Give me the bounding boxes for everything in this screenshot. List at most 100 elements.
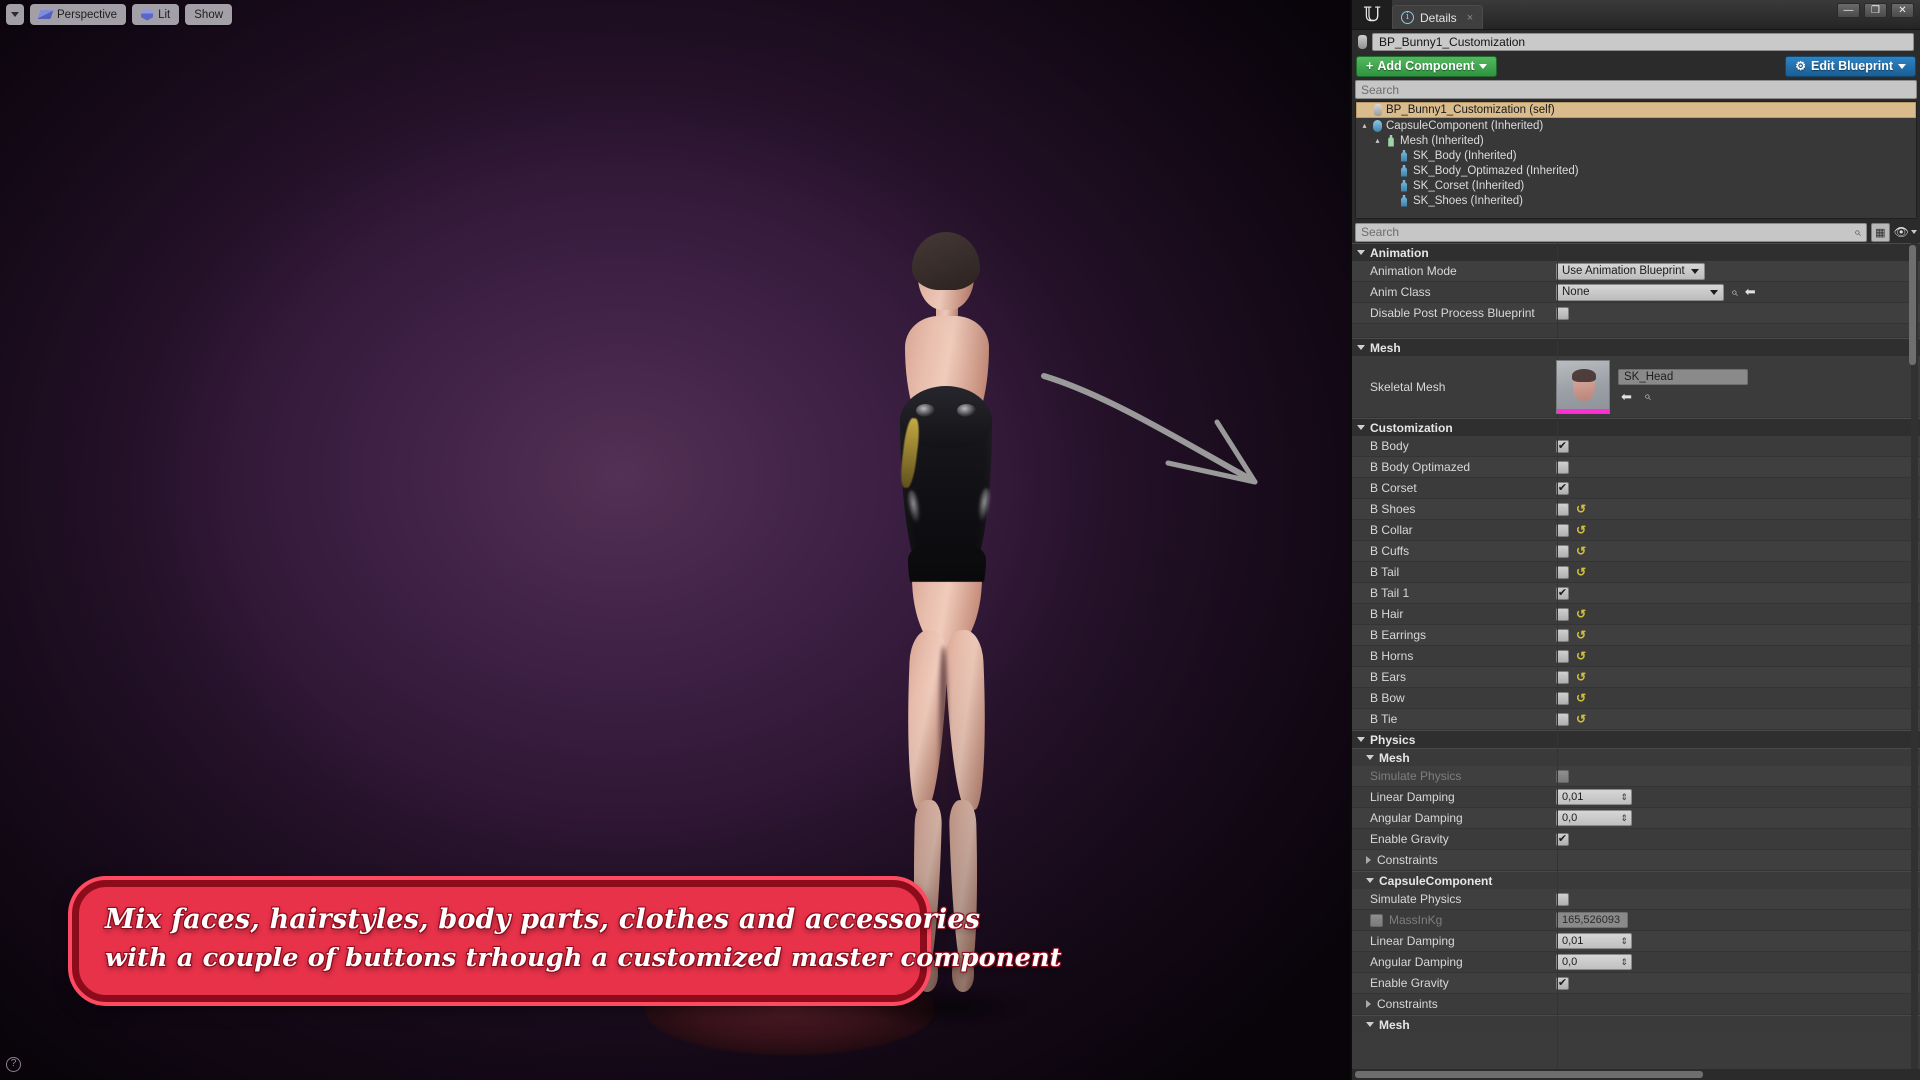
customization-row: B Body ✔ — [1352, 436, 1920, 457]
expander-icon[interactable]: ▴ — [1360, 121, 1369, 130]
reset-to-default-icon[interactable]: ↺ — [1576, 650, 1586, 662]
cube-icon — [141, 8, 154, 21]
close-icon[interactable]: × — [1467, 12, 1473, 24]
maximize-button[interactable]: ❐ — [1864, 3, 1887, 18]
customization-row: B Cuffs✔↺ — [1352, 541, 1920, 562]
viewport-options-button[interactable] — [6, 4, 24, 25]
physics-number-input[interactable]: 0,01 ⇕ — [1556, 789, 1632, 805]
reset-to-default-icon[interactable]: ↺ — [1576, 524, 1586, 536]
component-tree-item[interactable]: SK_Shoes (Inherited) — [1356, 193, 1916, 208]
label-disable-post-process: Disable Post Process Blueprint — [1370, 306, 1535, 320]
component-search-input[interactable]: Search — [1355, 80, 1917, 99]
help-icon[interactable]: ? — [6, 1057, 21, 1072]
skeletal-icon — [1401, 149, 1407, 162]
physics-subsection-header[interactable]: Mesh — [1352, 1015, 1920, 1033]
perspective-label: Perspective — [57, 8, 118, 21]
anim-class-dropdown[interactable]: None — [1556, 283, 1724, 301]
mass-override-checkbox[interactable] — [1370, 913, 1383, 927]
section-header-mesh[interactable]: Mesh — [1352, 338, 1920, 356]
tab-details[interactable]: i Details × — [1392, 5, 1484, 29]
component-tree[interactable]: BP_Bunny1_Customization (self) ▴ CapsuleCo… — [1355, 101, 1917, 219]
reset-to-default-icon[interactable]: ↺ — [1576, 608, 1586, 620]
add-component-button[interactable]: + Add Component — [1356, 55, 1497, 77]
component-tree-item[interactable]: ▴ CapsuleComponent (Inherited) — [1356, 118, 1916, 133]
properties-list[interactable]: Animation Animation Mode Use Animation B… — [1352, 243, 1920, 1069]
caption-line-1: Mix faces, hairstyles, body parts, cloth… — [105, 904, 981, 935]
customization-row: B Tie✔↺ — [1352, 709, 1920, 730]
minimize-button[interactable]: — — [1837, 3, 1860, 18]
close-button[interactable]: ✕ — [1891, 3, 1914, 18]
use-selected-asset-icon[interactable]: ⬅ — [1621, 389, 1632, 405]
component-tree-item[interactable]: BP_Bunny1_Customization (self) — [1356, 102, 1916, 118]
object-name-field[interactable]: BP_Bunny1_Customization — [1372, 33, 1914, 51]
component-tree-item[interactable]: SK_Body_Optimazed (Inherited) — [1356, 163, 1916, 178]
skeletal-mesh-thumbnail[interactable] — [1556, 359, 1610, 414]
component-tree-item-label: SK_Corset (Inherited) — [1413, 179, 1525, 192]
browse-asset-icon[interactable]: ⌕ — [1731, 285, 1738, 300]
edit-blueprint-button[interactable]: ⚙ Edit Blueprint — [1785, 55, 1916, 77]
component-search-placeholder: Search — [1361, 82, 1400, 97]
level-viewport[interactable]: Perspective Lit Show ? Mix faces, hairst… — [0, 0, 1350, 1080]
skeletal-icon — [1401, 164, 1407, 177]
reset-to-default-icon[interactable]: ↺ — [1576, 692, 1586, 704]
physics-number-input[interactable]: 0,01 ⇕ — [1556, 933, 1632, 949]
customization-label: B Ears — [1370, 670, 1407, 684]
horizontal-scrollbar[interactable] — [1352, 1069, 1920, 1080]
chevron-right-icon[interactable] — [1366, 1000, 1371, 1008]
spinner-icon[interactable]: ⇕ — [1620, 936, 1628, 947]
skeletal-mesh-value[interactable]: SK_Head — [1618, 368, 1748, 385]
reset-to-default-icon[interactable]: ↺ — [1576, 671, 1586, 683]
component-tree-item[interactable]: ▴ Mesh (Inherited) — [1356, 133, 1916, 148]
physics-number-input[interactable]: 0,0 ⇕ — [1556, 954, 1632, 970]
physics-label: Enable Gravity — [1370, 976, 1449, 990]
section-header-customization[interactable]: Customization — [1352, 418, 1920, 436]
section-header-animation[interactable]: Animation — [1352, 243, 1920, 261]
chevron-down-icon — [1366, 1022, 1374, 1027]
physics-subsection-header[interactable]: CapsuleComponent — [1352, 871, 1920, 889]
physics-label: Angular Damping — [1370, 811, 1463, 825]
customization-label: B Hair — [1370, 607, 1404, 621]
component-tree-item-label: Mesh (Inherited) — [1400, 134, 1484, 147]
visibility-filter-button[interactable]: 👁 — [1894, 225, 1917, 239]
customization-label: B Shoes — [1370, 502, 1416, 516]
physics-number-input[interactable]: 0,0 ⇕ — [1556, 810, 1632, 826]
perspective-button[interactable]: Perspective — [30, 4, 127, 25]
chevron-right-icon[interactable] — [1366, 856, 1371, 864]
show-button[interactable]: Show — [185, 4, 233, 25]
spinner-icon[interactable]: ⇕ — [1620, 957, 1628, 968]
reset-to-default-icon[interactable]: ↺ — [1576, 713, 1586, 725]
expander-icon[interactable]: ▴ — [1373, 136, 1382, 145]
details-search-input[interactable]: Search ⌕ — [1355, 222, 1867, 242]
viewport-toolbar[interactable]: Perspective Lit Show — [6, 4, 233, 25]
physics-subsection-title: Mesh — [1379, 750, 1410, 765]
blueprint-icon — [1374, 104, 1382, 116]
reset-to-default-icon[interactable]: ↺ — [1576, 566, 1586, 578]
customization-label: B Body Optimazed — [1370, 460, 1471, 474]
show-label: Show — [194, 8, 224, 21]
section-header-physics[interactable]: Physics — [1352, 730, 1920, 748]
horizontal-scrollbar-thumb[interactable] — [1355, 1071, 1704, 1078]
browse-asset-icon[interactable]: ⌕ — [1644, 389, 1651, 405]
scrollbar-track[interactable] — [1909, 243, 1918, 1069]
physics-expander-label: Constraints — [1352, 997, 1552, 1011]
grid-view-button[interactable]: ▦ — [1870, 222, 1890, 242]
reset-to-default-icon[interactable]: ↺ — [1576, 629, 1586, 641]
physics-row: Angular Damping 0,0 ⇕ — [1352, 808, 1920, 829]
lit-button[interactable]: Lit — [132, 4, 180, 25]
window-controls[interactable]: — ❐ ✕ — [1837, 3, 1914, 18]
scrollbar-thumb[interactable] — [1909, 245, 1916, 365]
promo-caption: Mix faces, hairstyles, body parts, cloth… — [72, 880, 1062, 1002]
physics-label: Simulate Physics — [1370, 769, 1462, 783]
component-tree-item[interactable]: SK_Corset (Inherited) — [1356, 178, 1916, 193]
component-tree-item[interactable]: SK_Body (Inherited) — [1356, 148, 1916, 163]
physics-subsection-header[interactable]: Mesh — [1352, 748, 1920, 766]
spinner-icon[interactable]: ⇕ — [1620, 792, 1628, 803]
spinner-icon[interactable]: ⇕ — [1620, 813, 1628, 824]
unreal-logo-icon: 𝕌 — [1352, 0, 1392, 29]
use-selected-asset-icon[interactable]: ⬅ — [1745, 284, 1756, 300]
reset-to-default-icon[interactable]: ↺ — [1576, 545, 1586, 557]
reset-to-default-icon[interactable]: ↺ — [1576, 503, 1586, 515]
row-disable-post-process: Disable Post Process Blueprint ✔ — [1352, 303, 1920, 324]
animation-mode-dropdown[interactable]: Use Animation Blueprint — [1556, 262, 1705, 280]
search-icon[interactable]: ⌕ — [1854, 225, 1861, 240]
